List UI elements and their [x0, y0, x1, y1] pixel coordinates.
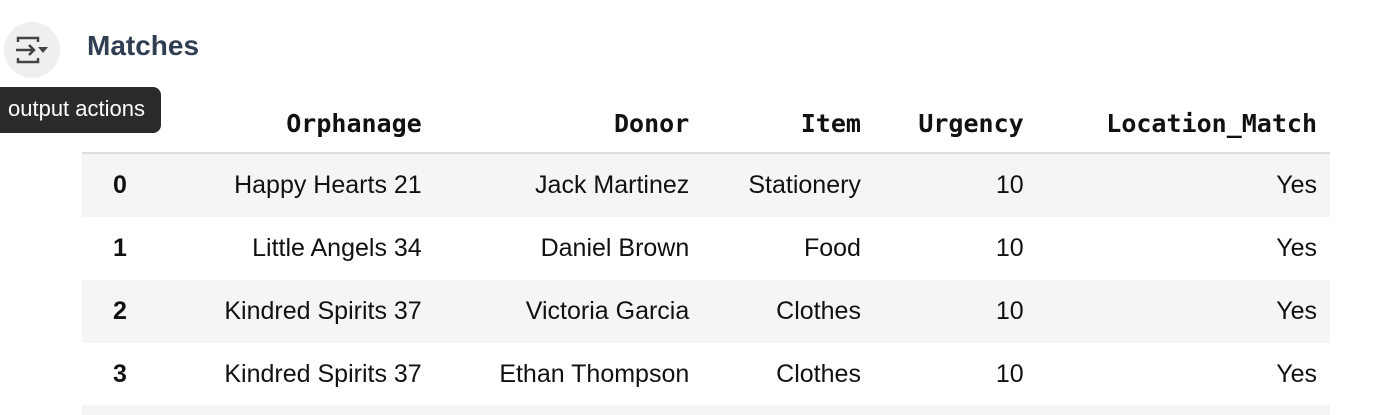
location-match-cell: Yes [1276, 360, 1317, 388]
donor-cell: Ethan Thompson [499, 360, 690, 388]
urgency-cell: 10 [873, 280, 1037, 343]
location-match-cell: Yes [1036, 153, 1330, 217]
orphanage-cell: Little Angels 34 [252, 234, 422, 262]
output-actions-button[interactable] [4, 22, 60, 78]
urgency-cell: 10 [995, 234, 1024, 262]
item-cell: Clothes [702, 280, 874, 343]
output-title: Matches [87, 30, 200, 61]
orphanage-cell: Kindred Spirits 37 [158, 280, 435, 343]
row-index: 0 [82, 153, 158, 217]
table-row: 2 Kindred Spirits 37 Victoria Garcia Clothe… [82, 280, 1330, 343]
column-header-donor: Donor [434, 95, 703, 154]
table-row: 0 Happy Hearts 21 Jack Martinez Stationery 1… [82, 153, 1330, 217]
output-actions-icon [16, 36, 48, 64]
table-row: 1 Little Angels 34 Daniel Brown Food 10 Yes [82, 217, 1330, 280]
item-cell: Clothes [776, 360, 861, 388]
donor-cell: Daniel Brown [540, 234, 690, 262]
column-header-orphanage: Orphanage [158, 95, 435, 154]
item-cell: Stationery [702, 153, 874, 217]
location-match-cell: Yes [1036, 280, 1330, 343]
matches-table: Orphanage Donor Item Urgency Location_Ma… [82, 95, 1330, 406]
table-row: 3 Kindred Spirits 37 Ethan Thompson Clothes… [82, 343, 1330, 406]
urgency-cell: 10 [995, 360, 1024, 388]
row-index: 1 [113, 234, 127, 262]
column-header-location-match: Location_Match [1036, 95, 1330, 154]
item-cell: Food [803, 234, 861, 262]
column-header-index [82, 95, 158, 154]
donor-cell: Victoria Garcia [434, 280, 703, 343]
row-index: 2 [82, 280, 158, 343]
donor-cell: Jack Martinez [434, 153, 703, 217]
column-header-urgency: Urgency [873, 95, 1037, 154]
orphanage-cell: Kindred Spirits 37 [224, 360, 422, 388]
location-match-cell: Yes [1276, 234, 1317, 262]
urgency-cell: 10 [873, 153, 1037, 217]
row-index: 3 [113, 360, 127, 388]
header-row: Orphanage Donor Item Urgency Location_Ma… [82, 95, 1330, 154]
orphanage-cell: Happy Hearts 21 [158, 153, 435, 217]
table-row-partial [82, 405, 1330, 415]
column-header-item: Item [702, 95, 874, 154]
